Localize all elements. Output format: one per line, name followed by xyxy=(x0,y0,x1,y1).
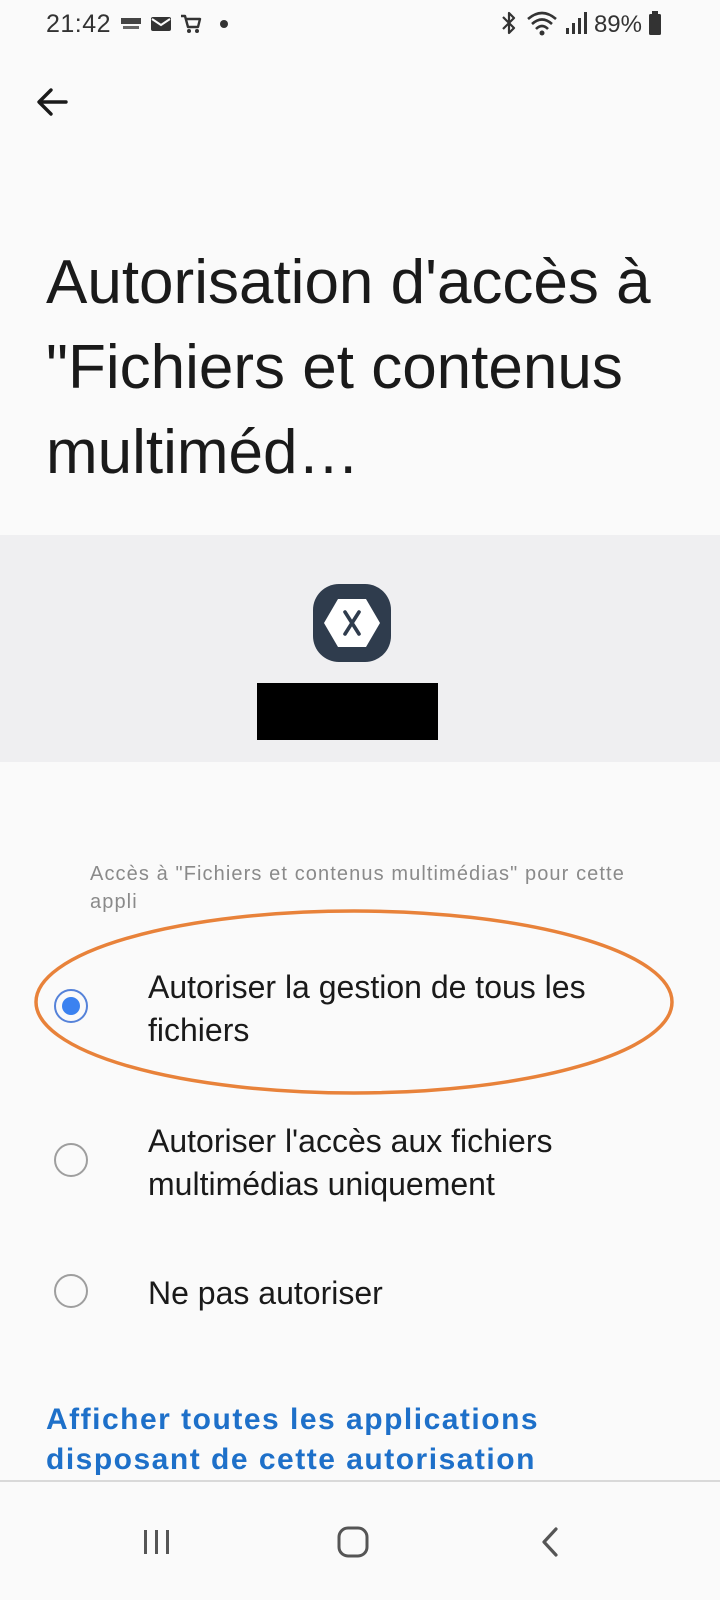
status-time: 21:42 xyxy=(46,10,112,38)
option-allow-all-files[interactable]: Autoriser la gestion de tous les fichier… xyxy=(0,960,720,1056)
recents-icon xyxy=(144,1530,169,1554)
xamarin-logo-icon xyxy=(313,584,391,662)
radio-button-selected[interactable] xyxy=(54,989,88,1023)
news-app-icon xyxy=(120,15,142,38)
dot-icon xyxy=(210,14,232,39)
arrow-left-icon xyxy=(37,88,68,116)
option-allow-media-only[interactable]: Autoriser l'accès aux fichiers multimédi… xyxy=(0,1114,720,1210)
recents-button[interactable] xyxy=(117,1502,197,1582)
back-icon xyxy=(542,1527,558,1557)
system-icons: 89% xyxy=(498,9,662,41)
battery-icon xyxy=(648,10,662,41)
see-all-apps-link[interactable]: Afficher toutes les applications disposa… xyxy=(46,1400,666,1480)
app-name-redacted xyxy=(257,683,438,740)
signal-icon xyxy=(564,10,588,41)
home-icon xyxy=(337,1526,369,1558)
mail-icon xyxy=(150,15,172,38)
home-button[interactable] xyxy=(313,1502,393,1582)
option-label: Autoriser l'accès aux fichiers multimédi… xyxy=(148,1123,553,1202)
battery-percent: 89% xyxy=(593,11,642,38)
app-info-band xyxy=(0,535,720,762)
cart-icon xyxy=(180,14,202,39)
page-title: Autorisation d'accès à "Fichiers et cont… xyxy=(46,248,651,487)
back-button[interactable] xyxy=(28,78,76,126)
bluetooth-icon xyxy=(498,10,520,41)
status-bar: 21:42 89% xyxy=(0,0,720,52)
option-label: Ne pas autoriser xyxy=(148,1275,383,1311)
wifi-icon xyxy=(526,10,558,41)
system-back-button[interactable] xyxy=(510,1502,590,1582)
radio-button[interactable] xyxy=(54,1143,88,1177)
notification-icons xyxy=(120,14,232,38)
option-label: Autoriser la gestion de tous les fichier… xyxy=(148,969,586,1048)
radio-button[interactable] xyxy=(54,1274,88,1308)
navigation-bar xyxy=(0,1482,720,1600)
option-deny[interactable]: Ne pas autoriser xyxy=(0,1262,720,1324)
section-subheader: Accès à "Fichiers et contenus multimédia… xyxy=(90,863,625,913)
